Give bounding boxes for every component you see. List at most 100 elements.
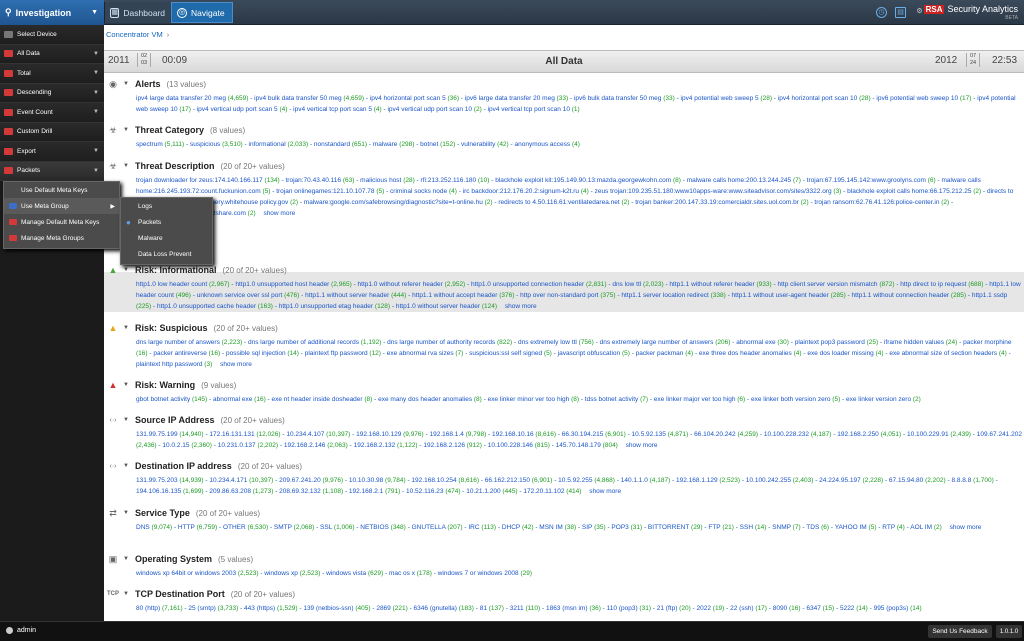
investigation-icon: ⚲ xyxy=(5,7,12,17)
breadcrumb: Concentrator VM › xyxy=(104,30,1024,43)
submenu-item-malware[interactable]: Malware xyxy=(121,230,212,246)
rsa-logo: RSA Security Analytics BETA xyxy=(923,4,1018,21)
meta-group-values[interactable]: ipv4 large data transfer 20 meg (4,659) … xyxy=(136,93,1023,115)
show-more-link[interactable]: show more xyxy=(589,488,621,495)
chevron-down-icon[interactable]: ▼ xyxy=(123,591,129,597)
breadcrumb-item[interactable]: Concentrator VM xyxy=(106,30,163,39)
sidebar-item-descending[interactable]: Descending ▼ xyxy=(0,83,104,103)
end-date[interactable]: 07 24 xyxy=(966,53,981,67)
meta-group-values[interactable]: 131.99.75.199 (14,940) - 172.16.131.131 … xyxy=(136,429,1023,451)
meta-group-title: Destination IP address xyxy=(134,461,232,471)
meta-group-values[interactable]: windows xp 64bit or windows 2003 (2,523)… xyxy=(136,568,1023,579)
meta-group-values-text[interactable]: http1.0 low header count (2,967) - http1… xyxy=(136,281,1021,310)
meta-group-count: (20 of 20+ values) xyxy=(220,161,285,171)
tcp-port-icon: TCP xyxy=(107,591,119,597)
meta-group-header[interactable]: ‹·› ▼ Source IP Address (20 of 20+ value… xyxy=(106,413,285,427)
user-menu[interactable]: admin xyxy=(6,627,36,634)
meta-group-count: (20 of 20+ values) xyxy=(222,265,287,275)
meta-group-header[interactable]: ▲ ▼ Risk: Warning (9 values) xyxy=(106,378,237,392)
show-more-link[interactable]: show more xyxy=(626,442,658,449)
meta-group-header[interactable]: ☣ ▼ Threat Description (20 of 20+ values… xyxy=(106,159,285,173)
end-year[interactable]: 2012 xyxy=(935,55,957,66)
manage-keys-icon xyxy=(9,219,17,225)
status-bar: admin Send Us Feedback 1.0.1.0 xyxy=(0,621,1024,641)
top-icons: ◷ ▤ ⚙ xyxy=(876,7,925,18)
meta-group-title: Operating System xyxy=(134,554,212,564)
sidebar-item-export[interactable]: Export ▼ xyxy=(0,142,104,162)
meta-group-header[interactable]: ‹·› ▼ Destination IP address (20 of 20+ … xyxy=(106,459,303,473)
show-more-link[interactable]: show more xyxy=(950,524,982,531)
meta-group-header[interactable]: ▲ ▼ Risk: Informational (20 of 20+ value… xyxy=(106,263,287,277)
investigation-menu-button[interactable]: ⚲ Investigation ▼ xyxy=(0,0,104,25)
dashboard-tab[interactable]: ▦ Dashboard xyxy=(104,2,170,23)
sidebar-item-label: Packets xyxy=(17,167,41,175)
show-more-link[interactable]: show more xyxy=(263,210,295,217)
biohazard-icon: ☣ xyxy=(108,124,118,135)
show-more-link[interactable]: show more xyxy=(505,303,537,310)
operating-system-icon: ▣ xyxy=(108,553,118,564)
investigation-label: Investigation xyxy=(15,7,72,18)
manage-groups-icon xyxy=(9,235,17,241)
notes-icon[interactable]: ▤ xyxy=(895,7,906,18)
meta-group-values-text[interactable]: 131.99.75.199 (14,940) - 172.16.131.131 … xyxy=(136,431,1022,449)
sidebar-item-label: Select Device xyxy=(17,30,57,38)
chevron-down-icon[interactable]: ▼ xyxy=(123,163,129,169)
navigate-tab[interactable]: ◎ Navigate xyxy=(171,2,233,23)
menu-item-manage-meta-groups[interactable]: Manage Meta Groups xyxy=(4,230,119,246)
chevron-down-icon[interactable]: ▼ xyxy=(123,81,129,87)
chevron-down-icon[interactable]: ▼ xyxy=(123,382,129,388)
submenu-item-packets[interactable]: ● Packets xyxy=(121,214,212,230)
meta-group-count: (8 values) xyxy=(209,125,246,135)
meta-group-header[interactable]: TCP ▼ TCP Destination Port (20 of 20+ va… xyxy=(106,587,295,601)
meta-group-values[interactable]: 80 (http) (7,161) - 25 (smtp) (3,733) - … xyxy=(136,603,1023,621)
sidebar-item-all-data[interactable]: All Data ▼ xyxy=(0,44,104,64)
meta-group-values-text[interactable]: 131.99.75.203 (14,939) - 10.234.4.171 (1… xyxy=(136,477,998,495)
end-time[interactable]: 22:53 xyxy=(992,55,1017,66)
meta-group-values[interactable]: 131.99.75.203 (14,939) - 10.234.4.171 (1… xyxy=(136,475,1023,497)
meta-group-header[interactable]: ☣ ▼ Threat Category (8 values) xyxy=(106,123,245,137)
chevron-down-icon: ▼ xyxy=(93,70,99,77)
menu-item-use-meta-group[interactable]: Use Meta Group ▶ xyxy=(4,198,119,214)
sidebar-item-select-device[interactable]: Select Device xyxy=(0,25,104,45)
alerts-icon: ◉ xyxy=(109,78,117,89)
meta-group-values[interactable]: gbot botnet activity (145) - abnormal ex… xyxy=(136,394,1023,405)
meta-group-header[interactable]: ◉ ▼ Alerts (13 values) xyxy=(106,77,206,91)
chevron-down-icon[interactable]: ▼ xyxy=(123,325,129,331)
sidebar-item-packets[interactable]: Packets ▼ xyxy=(0,161,104,181)
version-badge: 1.0.1.0 xyxy=(996,625,1022,638)
meta-group-count: (5 values) xyxy=(217,554,254,564)
meta-group-values-text[interactable]: dns large number of answers (2,223) - dn… xyxy=(136,339,1012,368)
menu-item-use-default-meta-keys[interactable]: Use Default Meta Keys xyxy=(4,182,119,198)
submenu-item-logs[interactable]: Logs xyxy=(121,198,212,214)
chevron-down-icon[interactable]: ▼ xyxy=(123,510,129,516)
chevron-down-icon[interactable]: ▼ xyxy=(123,267,129,273)
menu-item-manage-default-meta-keys[interactable]: Manage Default Meta Keys xyxy=(4,214,119,230)
meta-group-header[interactable]: ⇄ ▼ Service Type (20 of 20+ values) xyxy=(106,506,260,520)
chevron-down-icon[interactable]: ▼ xyxy=(123,556,129,562)
sidebar-item-total[interactable]: Total ▼ xyxy=(0,64,104,84)
meta-group-values[interactable]: DNS (9,074) - HTTP (6,759) - OTHER (6,53… xyxy=(136,522,1023,533)
send-feedback-button[interactable]: Send Us Feedback xyxy=(928,625,992,638)
meta-group-header[interactable]: ▲ ▼ Risk: Suspicious (20 of 20+ values) xyxy=(106,321,278,335)
meta-group-values[interactable]: dns large number of answers (2,223) - dn… xyxy=(136,337,1023,370)
meta-group-values-text[interactable]: DNS (9,074) - HTTP (6,759) - OTHER (6,53… xyxy=(136,524,942,531)
user-icon xyxy=(6,627,13,634)
chevron-down-icon[interactable]: ▼ xyxy=(123,417,129,423)
sort-descending-icon xyxy=(4,89,13,97)
sidebar-item-custom-drill[interactable]: Custom Drill xyxy=(0,122,104,142)
meta-group-values[interactable]: http1.0 low header count (2,967) - http1… xyxy=(136,279,1023,312)
meta-group-values[interactable]: spectrum (5,111) - suspicious (3,510) - … xyxy=(136,139,1023,150)
meta-group-count: (20 of 20+ values) xyxy=(195,508,261,518)
meta-group-count: (9 values) xyxy=(201,380,237,390)
show-more-link[interactable]: show more xyxy=(220,361,252,368)
meta-group-header[interactable]: ▣ ▼ Operating System (5 values) xyxy=(106,552,253,566)
submenu-item-data-loss-prevent[interactable]: Data Loss Prevent xyxy=(121,246,212,262)
clock-icon[interactable]: ◷ xyxy=(876,7,887,18)
chevron-down-icon[interactable]: ▼ xyxy=(123,463,129,469)
meta-group-values[interactable]: trojan downloader for zeus:174.140.166.1… xyxy=(136,175,1023,221)
sidebar-item-event-count[interactable]: Event Count ▼ xyxy=(0,103,104,123)
sidebar-item-label: Total xyxy=(17,69,31,77)
packets-icon xyxy=(4,167,13,175)
chevron-down-icon[interactable]: ▼ xyxy=(123,127,129,133)
sidebar-item-label: Event Count xyxy=(17,108,53,116)
